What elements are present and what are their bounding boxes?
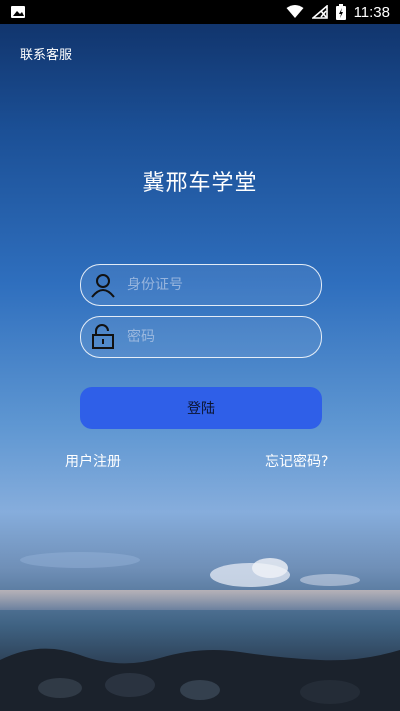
status-right: 11:38 [286, 4, 400, 21]
register-link[interactable]: 用户注册 [65, 451, 121, 471]
unlock-icon [81, 324, 125, 350]
login-button[interactable]: 登陆 [80, 387, 322, 429]
status-bar: 11:38 [0, 0, 400, 24]
login-screen: 11:38 联系客服 冀邢车学堂 登陆 用户注册 忘记密码? [0, 0, 400, 711]
rocks-decoration [0, 648, 400, 711]
image-icon [10, 5, 26, 19]
app-title: 冀邢车学堂 [142, 171, 258, 196]
password-field[interactable] [80, 316, 322, 358]
user-icon [81, 272, 125, 298]
id-number-field[interactable] [80, 264, 322, 306]
contact-support-link[interactable]: 联系客服 [20, 44, 72, 63]
signal-off-icon [311, 5, 328, 19]
id-number-input[interactable] [125, 264, 321, 306]
password-input[interactable] [125, 316, 321, 358]
horizon-glow [0, 590, 400, 610]
battery-charging-icon [335, 4, 346, 20]
cloud-decoration [20, 552, 360, 587]
status-time: 11:38 [353, 3, 390, 21]
forgot-password-link[interactable]: 忘记密码? [265, 451, 328, 471]
wifi-icon [286, 5, 304, 19]
status-left [0, 5, 26, 19]
